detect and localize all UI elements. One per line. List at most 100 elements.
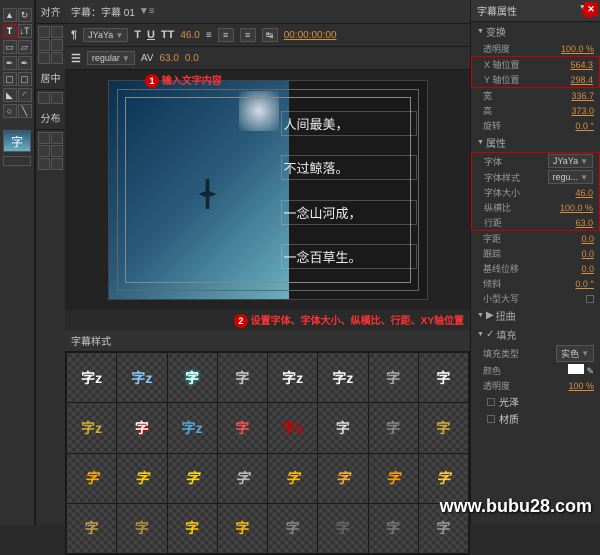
style-preset[interactable]: 字 — [168, 454, 217, 503]
style-preset[interactable]: 字z — [268, 403, 317, 452]
rounded-rect-tool[interactable]: ▢ — [18, 72, 32, 86]
fill-color-swatch[interactable] — [568, 364, 584, 374]
tab-menu-icon[interactable]: ▼≡ — [139, 6, 155, 17]
style-preset[interactable]: 字 — [218, 504, 267, 553]
dist-btn[interactable] — [51, 145, 63, 157]
smallcaps-check[interactable] — [586, 295, 594, 303]
style-preset[interactable]: 字 — [268, 504, 317, 553]
dist-btn[interactable] — [38, 132, 50, 144]
type-tool[interactable]: T — [3, 24, 17, 38]
template-icon[interactable]: ☰ — [71, 52, 81, 65]
font-select[interactable]: JYaYa▼ — [548, 154, 593, 168]
vertical-type-tool[interactable]: ↓T — [18, 24, 32, 38]
style-preset[interactable]: 字 — [67, 454, 116, 503]
canvas-viewport[interactable]: 人间最美， 不过鲸落。 一念山河成， 一念百草生。 1 输入文字内容 — [65, 70, 470, 310]
width-value[interactable]: 336.7 — [571, 91, 594, 101]
fill-type-select[interactable]: 实色▼ — [556, 345, 594, 362]
style-preset[interactable]: 字 — [318, 403, 367, 452]
style-preset[interactable]: 字 — [117, 403, 166, 452]
tracking-val[interactable]: 0.0 — [581, 249, 594, 259]
sheen-check[interactable] — [487, 398, 495, 406]
wedge-tool[interactable]: ◣ — [3, 88, 17, 102]
style-preset[interactable]: 字 — [218, 454, 267, 503]
style-preset[interactable]: 字 — [318, 504, 367, 553]
font-style-select[interactable]: regular▼ — [87, 51, 135, 65]
kerning-value[interactable]: 0.0 — [185, 53, 199, 64]
style-preset[interactable]: 字 — [369, 353, 418, 402]
bold-toggle[interactable]: ¶ — [71, 29, 77, 41]
tab-icon[interactable]: ↹ — [262, 28, 278, 42]
pen-tool[interactable]: ✒ — [3, 56, 17, 70]
transform-section[interactable]: 变换 — [471, 22, 600, 41]
timecode[interactable]: 00:00:00:00 — [284, 30, 337, 41]
align-btn[interactable] — [38, 26, 50, 38]
style-preset[interactable]: 字z — [268, 353, 317, 402]
font-style-select[interactable]: regu...▼ — [548, 170, 593, 184]
arc-tool[interactable]: ◜ — [18, 88, 32, 102]
props-section[interactable]: 属性 — [471, 133, 600, 152]
center-btn[interactable] — [51, 92, 63, 104]
dist-btn[interactable] — [51, 158, 63, 170]
text-line[interactable]: 不过鲸落。 — [281, 155, 417, 180]
selection-tool[interactable]: ▲ — [3, 8, 17, 22]
center-btn[interactable] — [38, 92, 50, 104]
text-box[interactable]: 人间最美， 不过鲸落。 一念山河成， 一念百草生。 — [277, 101, 417, 279]
style-preset[interactable]: 字 — [67, 504, 116, 553]
rotate-tool[interactable]: ↻ — [18, 8, 32, 22]
align-btn[interactable] — [38, 39, 50, 51]
underline-toggle[interactable]: U — [147, 29, 155, 41]
font-family-select[interactable]: JYaYa▼ — [83, 28, 128, 42]
close-icon[interactable]: ✕ — [584, 2, 598, 16]
line-tool[interactable]: ╲ — [18, 104, 32, 118]
dist-btn[interactable] — [51, 132, 63, 144]
align-center[interactable]: ≡ — [240, 28, 256, 42]
distort-section[interactable]: ▶ 扭曲 — [471, 306, 600, 325]
style-preset[interactable]: 字z — [67, 403, 116, 452]
text-line[interactable]: 人间最美， — [281, 111, 417, 136]
style-preset[interactable]: 字 — [369, 504, 418, 553]
baseline-val[interactable]: 0.0 — [581, 264, 594, 274]
area-type-tool[interactable]: ▭ — [3, 40, 17, 54]
style-preset[interactable]: 字 — [117, 454, 166, 503]
font-size-value[interactable]: 46.0 — [180, 30, 199, 41]
style-preset[interactable]: 字 — [419, 353, 468, 402]
leading-value[interactable]: 63.0 — [159, 53, 178, 64]
rotate-value[interactable]: 0.0 — [575, 121, 594, 131]
style-preset[interactable]: 字z — [168, 403, 217, 452]
style-preset[interactable]: 字 — [168, 353, 217, 402]
style-preset[interactable]: 字z — [67, 353, 116, 402]
ellipse-tool[interactable]: ○ — [3, 104, 17, 118]
style-preset[interactable]: 字 — [218, 353, 267, 402]
align-left[interactable]: ≡ — [218, 28, 234, 42]
style-preset[interactable]: 字 — [268, 454, 317, 503]
eyedropper-icon[interactable]: ✎ — [586, 366, 594, 376]
text-line[interactable]: 一念山河成， — [281, 200, 417, 225]
dist-btn[interactable] — [38, 145, 50, 157]
style-preset[interactable]: 字 — [117, 504, 166, 553]
align-btn[interactable] — [38, 52, 50, 64]
opacity-value[interactable]: 100.0 — [561, 44, 594, 54]
height-value[interactable]: 373.0 — [571, 106, 594, 116]
style-preset[interactable]: 字 — [369, 403, 418, 452]
style-preset[interactable]: 字z — [318, 353, 367, 402]
y-pos-value[interactable]: 298.4 — [570, 75, 593, 85]
style-preset[interactable]: 字 — [419, 403, 468, 452]
align-btn[interactable] — [51, 26, 63, 38]
style-preset[interactable]: 字z — [117, 353, 166, 402]
path-type-tool[interactable]: ▱ — [18, 40, 32, 54]
slant-val[interactable]: 0.0 — [575, 279, 594, 289]
style-preset[interactable]: 字 — [168, 504, 217, 553]
style-preset[interactable]: 字 — [318, 454, 367, 503]
aspect-val[interactable]: 100.0 — [560, 203, 593, 213]
fill-section[interactable]: ✓ 填充 — [471, 325, 600, 344]
kerning-val[interactable]: 0.0 — [581, 234, 594, 244]
texture-check[interactable] — [487, 415, 495, 423]
style-preset[interactable]: 字 — [218, 403, 267, 452]
text-line[interactable]: 一念百草生。 — [281, 244, 417, 269]
font-size-val[interactable]: 46.0 — [575, 188, 593, 198]
leading-val[interactable]: 63.0 — [575, 218, 593, 228]
fill-opacity-val[interactable]: 100 — [568, 381, 594, 391]
style-preset[interactable]: 字 — [369, 454, 418, 503]
add-anchor-tool[interactable]: ✒ — [18, 56, 32, 70]
align-btn[interactable] — [51, 39, 63, 51]
